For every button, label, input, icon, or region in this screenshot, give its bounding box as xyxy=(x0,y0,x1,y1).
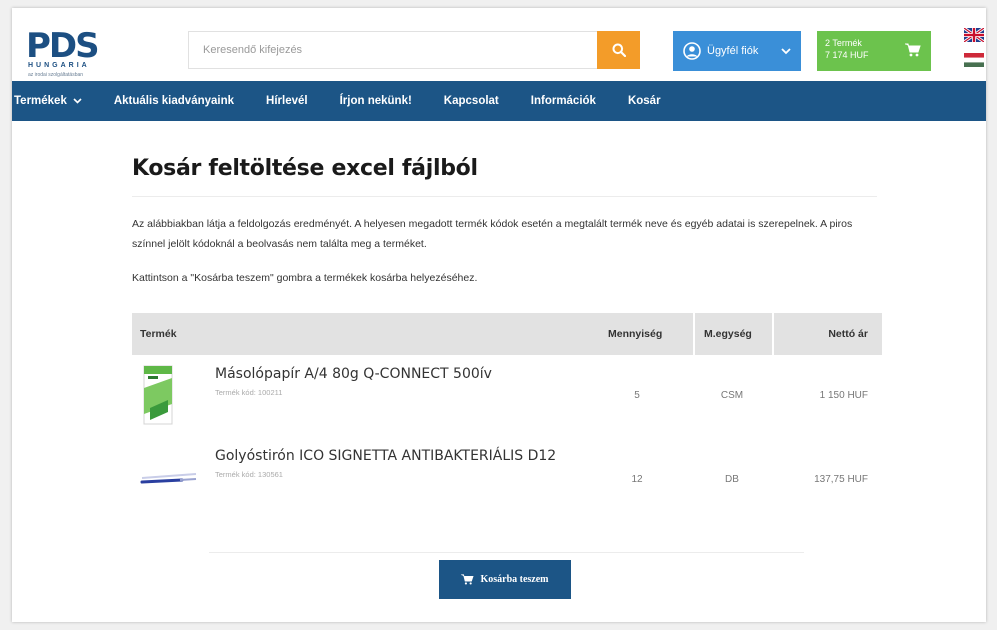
table-row: Golyóstirón ICO SIGNETTA ANTIBAKTERIÁLIS… xyxy=(132,442,882,522)
page: PDS HUNGARIA az irodai szolgáltatásban Ü… xyxy=(12,8,986,622)
page-title: Kosár feltöltése excel fájlból xyxy=(132,156,478,181)
table-row: Másolópapír A/4 80g Q-CONNECT 500ív Term… xyxy=(132,360,882,440)
product-name[interactable]: Golyóstirón ICO SIGNETTA ANTIBAKTERIÁLIS… xyxy=(215,448,556,464)
unit: DB xyxy=(725,474,739,485)
product-image[interactable] xyxy=(140,364,178,426)
quantity: 12 xyxy=(631,474,643,485)
add-to-cart-button[interactable]: Kosárba teszem xyxy=(439,560,571,599)
logo-text: PDS xyxy=(26,26,100,66)
add-to-cart-label: Kosárba teszem xyxy=(480,574,549,585)
nav-item-kapcsolat[interactable]: Kapcsolat xyxy=(444,95,499,107)
quantity: 5 xyxy=(634,390,640,401)
logo[interactable]: PDS HUNGARIA az irodai szolgáltatásban xyxy=(26,28,126,80)
cart-icon xyxy=(461,574,475,585)
header-product: Termék xyxy=(140,328,177,340)
nav-item-kiadvanyok[interactable]: Aktuális kiadványaink xyxy=(114,95,234,107)
nav-item-irjon-nekunk[interactable]: Írjon nekünk! xyxy=(340,95,412,107)
header-unit: M.egység xyxy=(704,328,752,340)
nav-item-hirlevel[interactable]: Hírlevél xyxy=(266,95,308,107)
search-input[interactable] xyxy=(188,31,597,69)
unit: CSM xyxy=(720,390,744,401)
header-price: Nettó ár xyxy=(828,328,868,340)
product-name[interactable]: Másolópapír A/4 80g Q-CONNECT 500ív xyxy=(215,366,492,382)
divider xyxy=(209,552,804,553)
nav-item-termekek[interactable]: Termékek xyxy=(14,95,82,107)
net-price: 1 150 HUF xyxy=(819,390,868,401)
search-button[interactable] xyxy=(597,31,640,69)
chevron-down-icon xyxy=(73,98,82,104)
nav-item-kosar[interactable]: Kosár xyxy=(628,95,661,107)
hu-flag-icon[interactable] xyxy=(964,53,984,67)
product-code: Termék kód: 130561 xyxy=(215,470,283,479)
main-nav: Termékek Aktuális kiadványaink Hírlevél … xyxy=(12,81,986,121)
net-price: 137,75 HUF xyxy=(814,474,868,485)
nav-label: Termékek xyxy=(14,95,67,107)
cart-summary-button[interactable]: 2 Termék 7 174 HUF xyxy=(817,31,931,71)
logo-tagline: az irodai szolgáltatásban xyxy=(28,72,84,78)
table-header: Termék Mennyiség M.egység Nettó ár xyxy=(132,313,882,355)
product-image[interactable] xyxy=(140,468,198,488)
user-icon xyxy=(683,42,701,60)
chevron-down-icon xyxy=(781,47,791,54)
logo-subtitle: HUNGARIA xyxy=(28,62,90,69)
divider xyxy=(132,196,877,197)
result-description: Az alábbiakban látja a feldolgozás eredm… xyxy=(132,218,853,250)
uk-flag-icon[interactable] xyxy=(963,26,985,44)
account-button[interactable]: Ügyfél fiók xyxy=(673,31,801,71)
instruction-text: Kattintson a "Kosárba teszem" gombra a t… xyxy=(132,272,478,284)
header-divider xyxy=(693,313,695,355)
account-label: Ügyfél fiók xyxy=(707,45,759,57)
product-code: Termék kód: 100211 xyxy=(215,388,283,397)
cart-icon xyxy=(905,43,921,57)
header-quantity: Mennyiség xyxy=(608,328,663,340)
search-icon xyxy=(612,43,626,57)
header-divider xyxy=(772,313,774,355)
language-switcher xyxy=(963,26,985,78)
nav-item-informaciok[interactable]: Információk xyxy=(531,95,596,107)
